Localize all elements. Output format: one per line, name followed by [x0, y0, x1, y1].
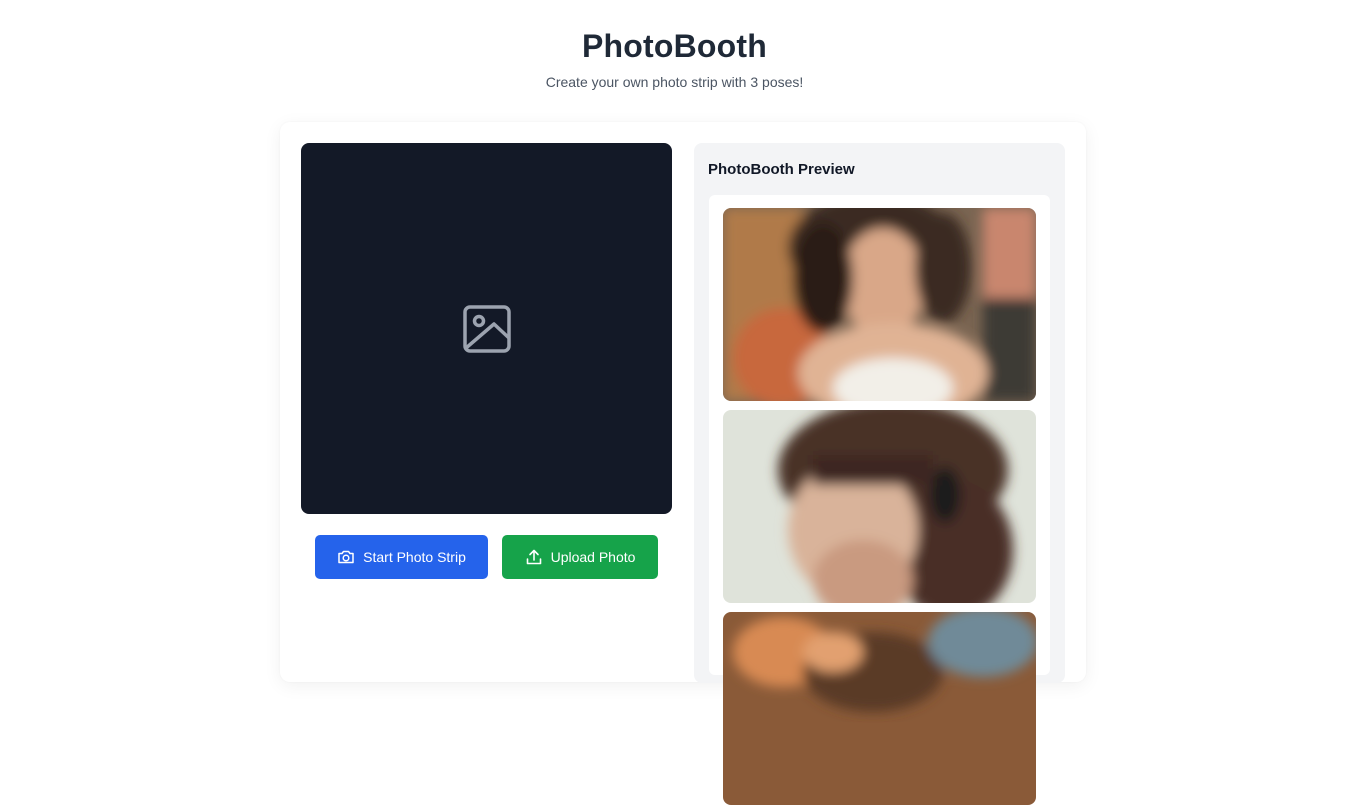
- start-photo-strip-label: Start Photo Strip: [363, 549, 466, 565]
- strip-photo-1: [723, 208, 1036, 401]
- upload-photo-label: Upload Photo: [550, 549, 636, 565]
- start-photo-strip-button[interactable]: Start Photo Strip: [315, 535, 488, 579]
- image-icon: [462, 304, 512, 354]
- preview-title: PhotoBooth Preview: [708, 161, 855, 178]
- upload-photo-button[interactable]: Upload Photo: [502, 535, 658, 579]
- upload-icon: [525, 548, 543, 566]
- strip-photo-2: [723, 410, 1036, 603]
- page-title: PhotoBooth: [581, 28, 768, 64]
- strip-photo-3: [723, 612, 1036, 805]
- camera-viewport: [301, 143, 672, 514]
- page-subtitle: Create your own photo strip with 3 poses…: [545, 74, 804, 90]
- camera-icon: [337, 548, 355, 566]
